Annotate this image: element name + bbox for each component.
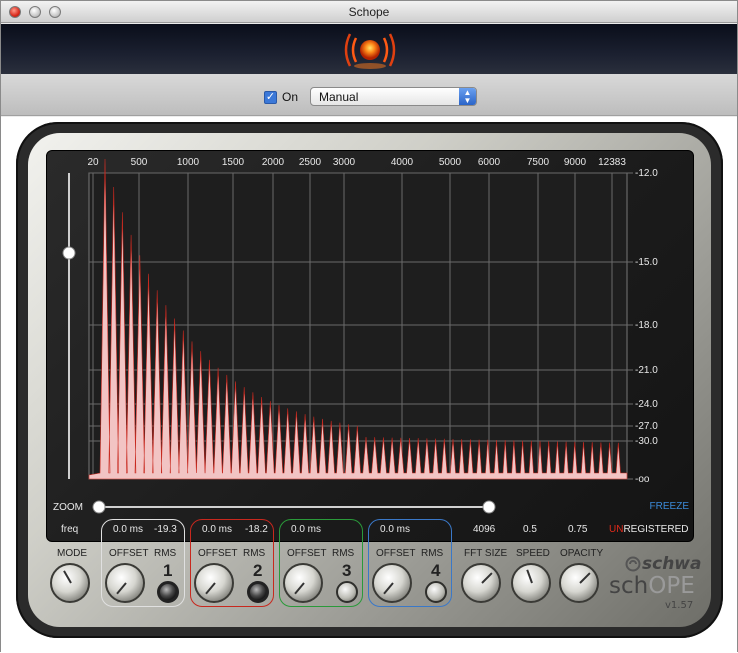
ch4-rms-label: RMS <box>421 548 444 559</box>
freq-tick-label: 2500 <box>299 157 322 168</box>
ch3-rms-knob[interactable] <box>336 581 358 603</box>
freq-tick-label: 1500 <box>222 157 245 168</box>
registration-rest: REGISTERED <box>623 524 689 535</box>
ch1-rms-label: RMS <box>154 548 177 559</box>
freq-tick-label: 7500 <box>527 157 550 168</box>
version-label: v1.57 <box>665 600 694 611</box>
speed-knob[interactable] <box>511 563 551 603</box>
zoom-slider-thumb-left[interactable] <box>92 500 106 514</box>
control-bar: ✓ On Manual ▲ ▼ <box>1 74 737 116</box>
ch3-offset-readout: 0.0 ms <box>291 524 322 535</box>
registration-un: UN <box>609 524 624 535</box>
ch3-rms-label: RMS <box>332 548 355 559</box>
fft-size-label: FFT SIZE <box>464 548 508 559</box>
title-bar[interactable]: Schope <box>1 1 737 23</box>
channel-1-number: 1 <box>163 561 173 580</box>
ch1-offset-label: OFFSET <box>109 548 149 559</box>
freq-tick-label: 5000 <box>439 157 462 168</box>
fft-size-readout: 4096 <box>473 524 496 535</box>
db-tick-label: -24.0 <box>635 399 658 410</box>
channel-3-number: 3 <box>342 561 352 580</box>
updown-arrow-icon: ▲ ▼ <box>459 88 476 105</box>
opacity-readout: 0.75 <box>568 524 588 535</box>
ch1-rms-readout: -19.3 <box>154 524 177 535</box>
on-label: On <box>282 90 299 104</box>
opacity-label: OPACITY <box>560 548 604 559</box>
freq-tick-label: 2000 <box>262 157 285 168</box>
freq-tick-label: 12383 <box>598 157 626 168</box>
freq-tick-label: 4000 <box>391 157 414 168</box>
ch2-rms-knob[interactable] <box>247 581 269 603</box>
ch4-rms-knob[interactable] <box>425 581 447 603</box>
ch1-rms-knob[interactable] <box>157 581 179 603</box>
db-tick-label: -oo <box>635 474 650 485</box>
mode-knob[interactable] <box>50 563 90 603</box>
plugin-header <box>1 24 737 74</box>
speed-readout: 0.5 <box>523 524 537 535</box>
speed-label: SPEED <box>516 548 550 559</box>
preset-select-value: Manual <box>319 90 359 104</box>
ch4-offset-label: OFFSET <box>376 548 416 559</box>
zoom-slider-thumb-right[interactable] <box>482 500 496 514</box>
db-tick-label: -27.0 <box>635 421 658 432</box>
registration-status: UNREGISTERED <box>609 524 688 535</box>
ch2-rms-label: RMS <box>243 548 266 559</box>
window-title: Schope <box>348 5 390 19</box>
freq-readout: freq <box>61 524 79 535</box>
app-window: Schope ✓ On Manual ▲ ▼ 20 500 1000 1500 … <box>0 0 738 653</box>
opacity-knob[interactable] <box>559 563 599 603</box>
freeze-button[interactable]: FREEZE <box>650 501 690 512</box>
channel-2-number: 2 <box>253 561 263 580</box>
channel-4-number: 4 <box>431 561 441 580</box>
level-slider-thumb[interactable] <box>62 246 76 260</box>
ch4-offset-knob[interactable] <box>372 563 412 603</box>
db-tick-label: -15.0 <box>635 257 658 268</box>
freq-tick-label: 9000 <box>564 157 587 168</box>
db-tick-label: -30.0 <box>635 436 658 447</box>
ch2-offset-readout: 0.0 ms <box>202 524 233 535</box>
product-logo: schOPE <box>609 573 695 599</box>
zoom-label: ZOOM <box>53 502 83 513</box>
active-light-icon <box>344 33 396 69</box>
on-checkbox[interactable]: ✓ <box>264 91 277 104</box>
spectrum-display: 20 500 1000 1500 2000 2500 3000 4000 5000 6000 750… <box>53 157 690 514</box>
db-tick-label: -21.0 <box>635 365 658 376</box>
freq-tick-label: 3000 <box>333 157 356 168</box>
ch2-rms-readout: -18.2 <box>245 524 268 535</box>
freq-tick-label: 500 <box>131 157 148 168</box>
freq-tick-label: 6000 <box>478 157 501 168</box>
ch1-offset-readout: 0.0 ms <box>113 524 144 535</box>
schwa-logo-icon <box>625 556 641 572</box>
company-logo: schwa <box>642 554 702 574</box>
ch3-offset-knob[interactable] <box>283 563 323 603</box>
ch4-offset-readout: 0.0 ms <box>380 524 411 535</box>
scope-screen: 20 500 1000 1500 2000 2500 3000 4000 5000 6000 750… <box>46 150 694 542</box>
ch3-offset-label: OFFSET <box>287 548 327 559</box>
product-logo-a: sch <box>609 573 649 599</box>
product-logo-b: OPE <box>648 573 695 599</box>
ch2-offset-label: OFFSET <box>198 548 238 559</box>
freq-tick-label: 20 <box>87 157 99 168</box>
freq-tick-label: 1000 <box>177 157 200 168</box>
db-tick-label: -18.0 <box>635 320 658 331</box>
ch2-offset-knob[interactable] <box>194 563 234 603</box>
db-tick-label: -12.0 <box>635 168 658 179</box>
ch1-offset-knob[interactable] <box>105 563 145 603</box>
fft-size-knob[interactable] <box>461 563 501 603</box>
mode-knob-label: MODE <box>57 548 87 559</box>
preset-select[interactable]: Manual ▲ ▼ <box>310 87 477 106</box>
